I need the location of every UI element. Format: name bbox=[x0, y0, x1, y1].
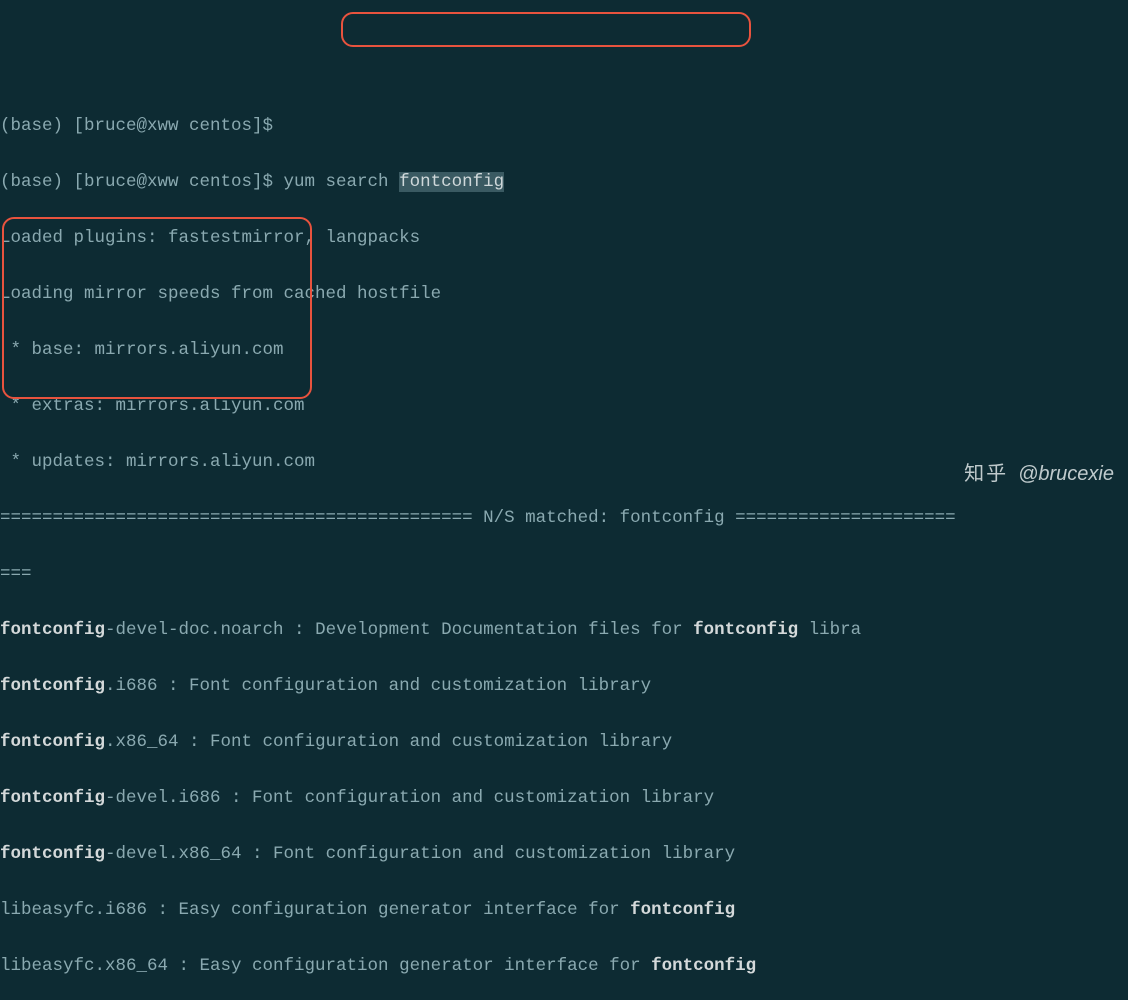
terminal-output-line: ========================================… bbox=[0, 504, 1128, 532]
watermark-user: @brucexie bbox=[1018, 460, 1114, 488]
package-result-line: fontconfig.x86_64 : Font configuration a… bbox=[0, 728, 1128, 756]
package-result-line: fontconfig-devel.x86_64 : Font configura… bbox=[0, 840, 1128, 868]
watermark: 知乎 @brucexie bbox=[964, 460, 1114, 488]
command-text: yum search bbox=[284, 172, 400, 192]
selected-search-term[interactable]: fontconfig bbox=[399, 172, 504, 192]
terminal-output-line: * updates: mirrors.aliyun.com bbox=[0, 448, 1128, 476]
terminal-line-prompt: (base) [bruce@xww centos]$ yum search fo… bbox=[0, 168, 1128, 196]
terminal-output-line: * base: mirrors.aliyun.com bbox=[0, 336, 1128, 364]
package-result-line: libeasyfc.x86_64 : Easy configuration ge… bbox=[0, 952, 1128, 980]
package-name: fontconfig bbox=[0, 620, 105, 640]
terminal-line-prev-prompt: (base) [bruce@xww centos]$ bbox=[0, 112, 1128, 140]
package-result-line: fontconfig.i686 : Font configuration and… bbox=[0, 672, 1128, 700]
package-name: fontconfig bbox=[0, 732, 105, 752]
highlight-box-command bbox=[341, 12, 751, 47]
watermark-site: 知乎 bbox=[964, 460, 1008, 488]
terminal-output-line: * extras: mirrors.aliyun.com bbox=[0, 392, 1128, 420]
package-result-line: libeasyfc.i686 : Easy configuration gene… bbox=[0, 896, 1128, 924]
package-name: fontconfig bbox=[0, 788, 105, 808]
terminal-output-line: Loaded plugins: fastestmirror, langpacks bbox=[0, 224, 1128, 252]
terminal-output-line: Loading mirror speeds from cached hostfi… bbox=[0, 280, 1128, 308]
package-result-line: fontconfig-devel.i686 : Font configurati… bbox=[0, 784, 1128, 812]
package-name: fontconfig bbox=[0, 844, 105, 864]
package-result-line: fontconfig-devel-doc.noarch : Developmen… bbox=[0, 616, 1128, 644]
package-name: fontconfig bbox=[0, 676, 105, 696]
terminal-output-line: === bbox=[0, 560, 1128, 588]
